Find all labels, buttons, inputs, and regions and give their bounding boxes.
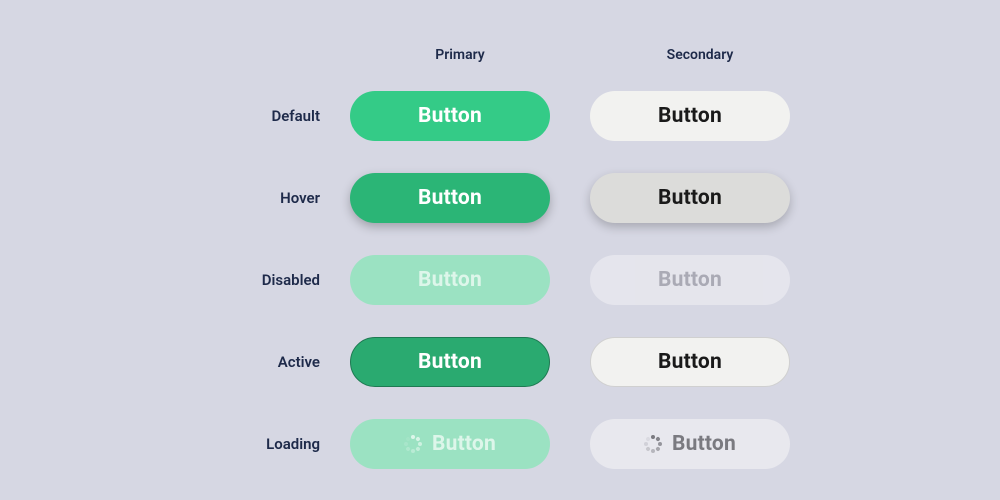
secondary-button-default[interactable]: Button bbox=[590, 91, 790, 141]
button-states-grid: Primary Secondary Default Button Button … bbox=[170, 40, 810, 480]
row-header-active: Active bbox=[170, 353, 330, 371]
spinner-icon bbox=[644, 435, 662, 453]
button-label: Button bbox=[418, 186, 482, 210]
column-header-secondary: Secondary bbox=[590, 47, 810, 63]
row-header-loading: Loading bbox=[170, 435, 330, 453]
column-header-primary: Primary bbox=[350, 47, 570, 63]
button-label: Button bbox=[418, 350, 482, 374]
secondary-button-active[interactable]: Button bbox=[590, 337, 790, 387]
secondary-button-loading: Button bbox=[590, 419, 790, 469]
row-header-default: Default bbox=[170, 107, 330, 125]
button-label: Button bbox=[432, 432, 496, 456]
primary-button-active[interactable]: Button bbox=[350, 337, 550, 387]
primary-button-loading: Button bbox=[350, 419, 550, 469]
button-label: Button bbox=[672, 432, 736, 456]
secondary-button-hover[interactable]: Button bbox=[590, 173, 790, 223]
primary-button-hover[interactable]: Button bbox=[350, 173, 550, 223]
primary-button-disabled: Button bbox=[350, 255, 550, 305]
row-header-hover: Hover bbox=[170, 189, 330, 207]
button-label: Button bbox=[658, 104, 722, 128]
row-header-disabled: Disabled bbox=[170, 271, 330, 289]
button-label: Button bbox=[658, 186, 722, 210]
primary-button-default[interactable]: Button bbox=[350, 91, 550, 141]
button-label: Button bbox=[418, 268, 482, 292]
secondary-button-disabled: Button bbox=[590, 255, 790, 305]
button-label: Button bbox=[418, 104, 482, 128]
spinner-icon bbox=[404, 435, 422, 453]
button-label: Button bbox=[658, 350, 722, 374]
button-label: Button bbox=[658, 268, 722, 292]
